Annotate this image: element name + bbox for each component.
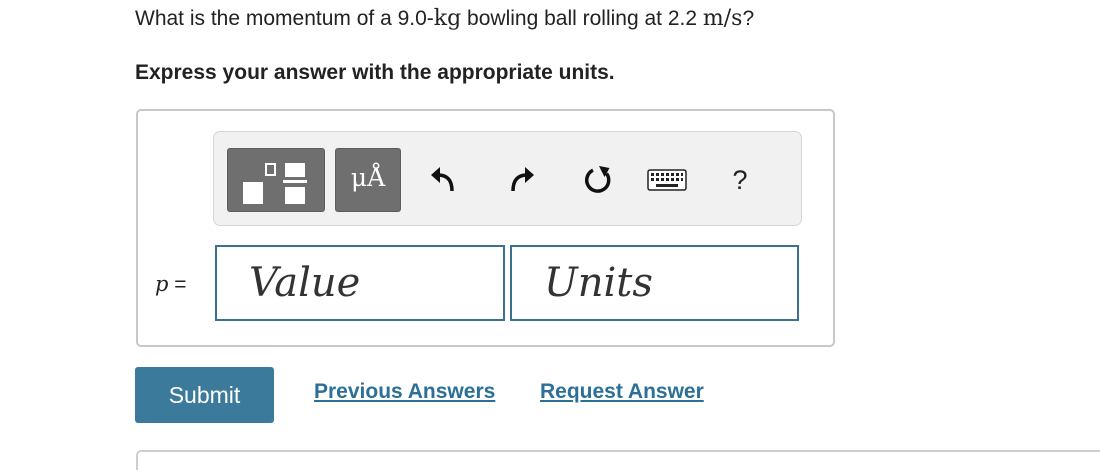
templates-button[interactable] (227, 148, 325, 212)
instruction-text: Express your answer with the appropriate… (135, 61, 615, 84)
next-part-box (136, 450, 1100, 470)
question-text: What is the momentum of a 9.0-kg bowling… (135, 6, 754, 31)
equals-sign: = (168, 273, 187, 296)
keyboard-button[interactable] (646, 162, 688, 198)
undo-arrow-icon (431, 167, 454, 192)
reset-icon (585, 166, 611, 193)
units-button[interactable]: μÅ (335, 148, 401, 212)
redo-button[interactable] (503, 162, 539, 198)
math-toolbar: μÅ ? (213, 131, 802, 226)
variable-name: p (155, 272, 169, 296)
units-button-label: μÅ (350, 163, 386, 192)
question-prefix: What is the momentum of a 9.0- (135, 7, 434, 30)
keyboard-icon (647, 169, 687, 191)
undo-button[interactable] (426, 162, 462, 198)
question-middle: bowling ball rolling at 2.2 (461, 7, 703, 30)
redo-arrow-icon (511, 167, 534, 192)
answer-variable-label: p = (155, 272, 187, 297)
reset-button[interactable] (580, 162, 616, 198)
previous-answers-link[interactable]: Previous Answers (314, 380, 495, 404)
question-suffix: ? (742, 7, 755, 30)
speed-unit: m/s (702, 6, 743, 31)
mass-unit: kg (433, 6, 462, 31)
units-input[interactable] (510, 245, 799, 321)
value-input[interactable] (215, 245, 505, 321)
help-button[interactable]: ? (722, 162, 758, 198)
submit-button[interactable]: Submit (135, 367, 274, 423)
request-answer-link[interactable]: Request Answer (540, 380, 704, 404)
